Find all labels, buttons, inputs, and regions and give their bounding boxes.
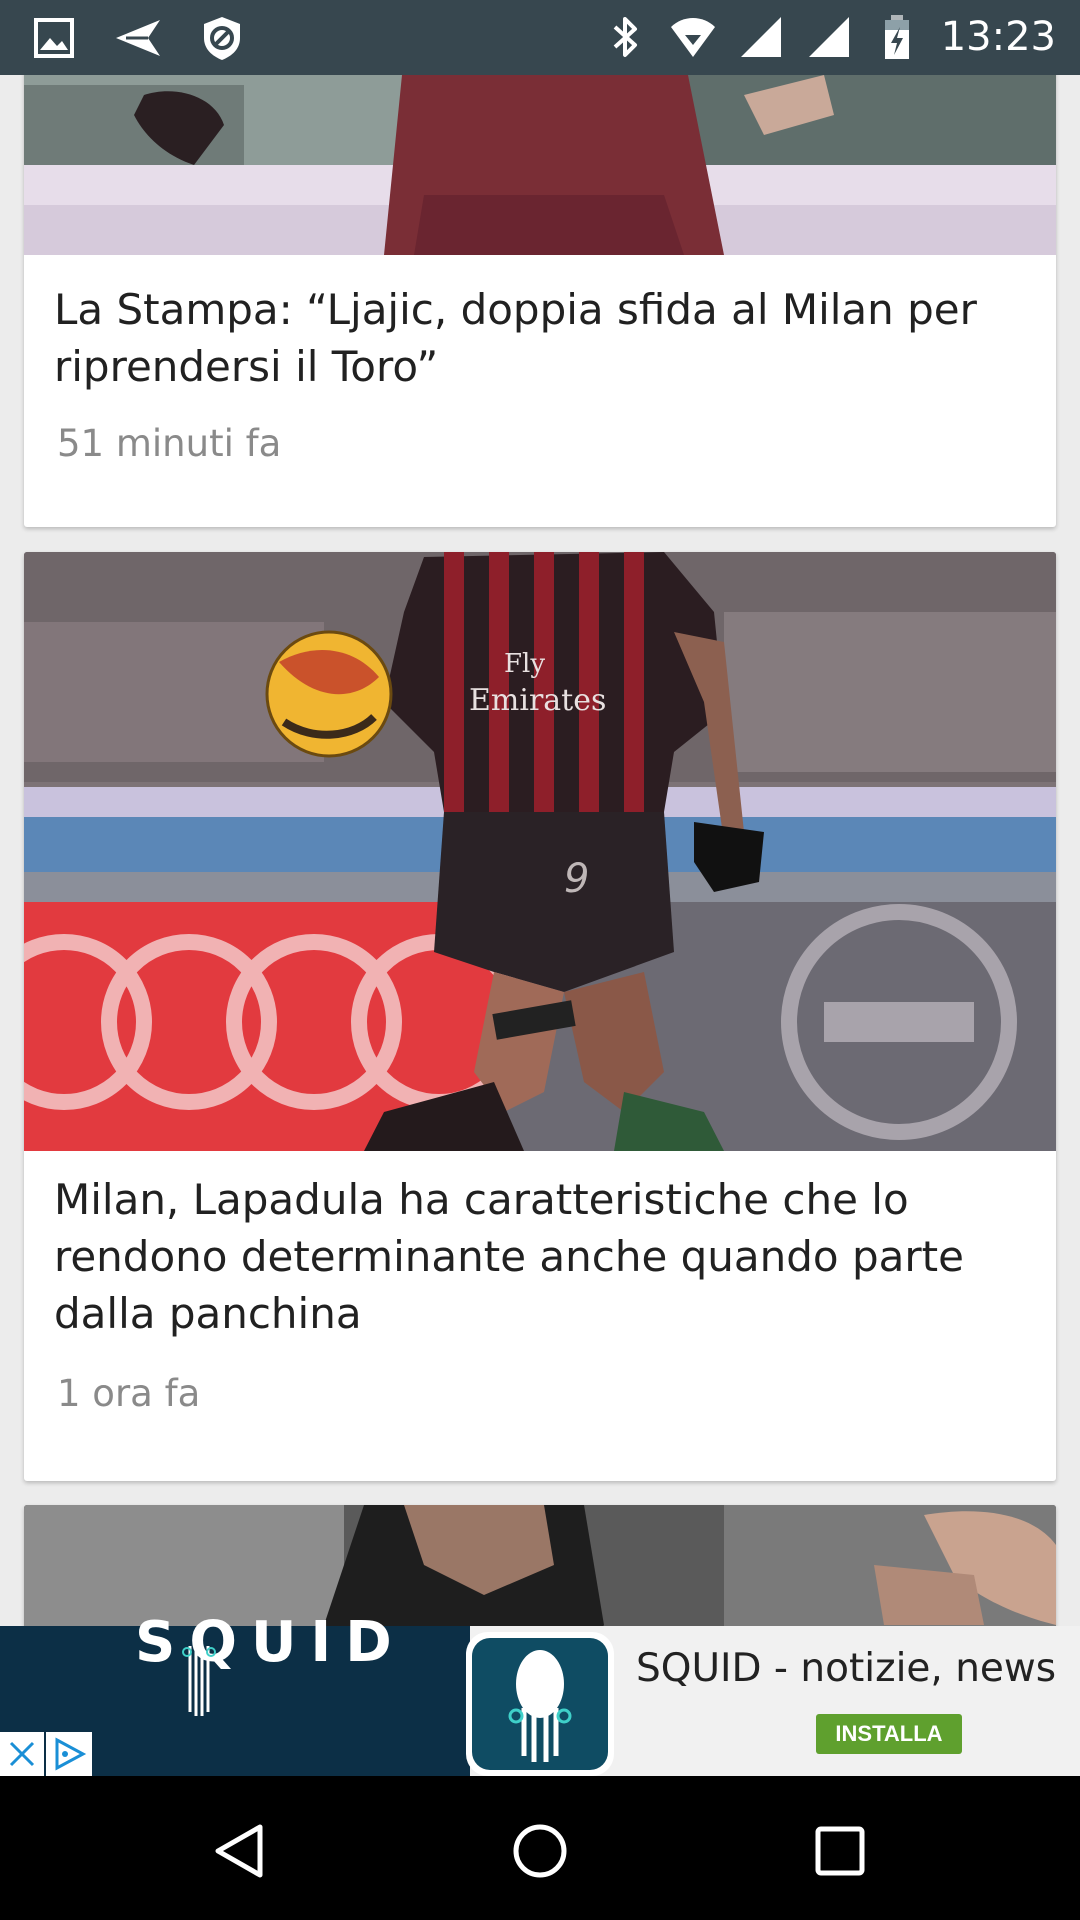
- ad-banner[interactable]: SQUID SQUID - notizie, news INSTALLA: [0, 1610, 1080, 1776]
- soccer-player-photo: [24, 75, 1056, 255]
- news-card-time: 51 minuti fa: [57, 422, 282, 465]
- news-card[interactable]: [24, 1505, 1056, 1626]
- news-card-image[interactable]: [24, 1505, 1056, 1626]
- signal-icon: [808, 17, 849, 57]
- send-icon: [116, 20, 160, 56]
- coach-photo: [24, 1505, 1056, 1626]
- svg-text:9: 9: [564, 856, 589, 902]
- ad-title[interactable]: SQUID - notizie, news: [636, 1646, 1056, 1691]
- home-circle-icon: [513, 1824, 567, 1878]
- news-feed[interactable]: La Stampa: “Ljajic, doppia sfida al Mila…: [0, 75, 1080, 1626]
- battery-charging-icon: [884, 15, 909, 59]
- ad-close-button[interactable]: [0, 1732, 44, 1776]
- home-button[interactable]: [505, 1816, 575, 1886]
- ad-app-icon[interactable]: [466, 1632, 614, 1776]
- status-left-icons: [30, 14, 246, 62]
- wifi-icon: [670, 18, 715, 57]
- image-icon: [34, 18, 74, 58]
- bluetooth-icon: [613, 17, 637, 57]
- ad-brand-logo: SQUID: [135, 1610, 406, 1675]
- adchoices-icon: [55, 1737, 87, 1771]
- screen: 13:23 La Stampa: “Ljajic, doppia sfida a…: [0, 0, 1080, 1920]
- svg-text:Emirates: Emirates: [469, 683, 606, 718]
- ad-choices-button[interactable]: [46, 1732, 92, 1776]
- signal-icon: [740, 17, 781, 57]
- news-card-image[interactable]: [24, 75, 1056, 255]
- squid-icon: [508, 1650, 572, 1762]
- squid-tentacles-icon: [182, 1646, 216, 1716]
- back-triangle-icon: [215, 1824, 263, 1878]
- news-card-title[interactable]: Milan, Lapadula ha caratteristiche che l…: [54, 1171, 1034, 1342]
- ad-install-button[interactable]: INSTALLA: [816, 1714, 962, 1754]
- close-icon: [9, 1741, 35, 1767]
- news-card-time: 1 ora fa: [57, 1372, 201, 1415]
- status-right-icons: 13:23: [601, 12, 1056, 62]
- navigation-bar: [0, 1776, 1080, 1920]
- back-button[interactable]: [205, 1816, 275, 1886]
- shield-icon: [204, 17, 240, 60]
- svg-text:Fly: Fly: [504, 649, 545, 679]
- soccer-player-photo: Fly Emirates 9: [24, 552, 1056, 1151]
- news-card-image[interactable]: Fly Emirates 9: [24, 552, 1056, 1151]
- status-bar: 13:23: [0, 0, 1080, 75]
- news-card-title[interactable]: La Stampa: “Ljajic, doppia sfida al Mila…: [54, 281, 1034, 395]
- clock: 13:23: [940, 14, 1056, 60]
- recents-button[interactable]: [805, 1816, 875, 1886]
- recents-square-icon: [815, 1826, 865, 1876]
- news-card[interactable]: Fly Emirates 9 Milan, Lapadula ha caratt…: [24, 552, 1056, 1481]
- news-card[interactable]: La Stampa: “Ljajic, doppia sfida al Mila…: [24, 75, 1056, 527]
